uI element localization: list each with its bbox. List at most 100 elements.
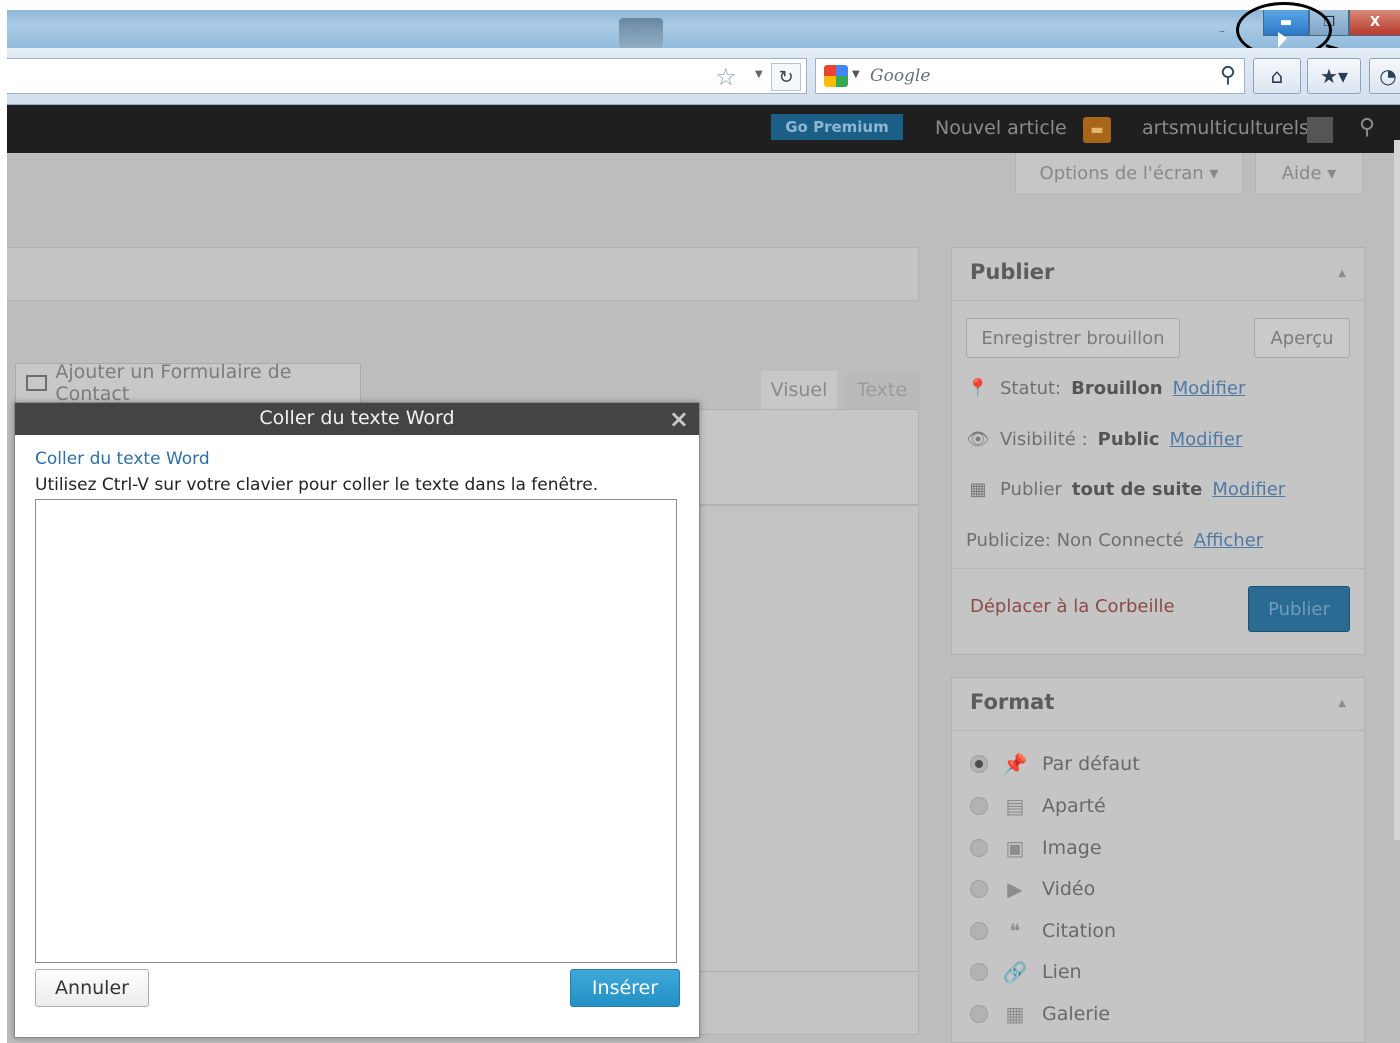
publish-button[interactable]: Publier: [1248, 586, 1350, 632]
format-option[interactable]: 📌 Par défaut: [970, 752, 1140, 776]
schedule-edit-link[interactable]: Modifier: [1212, 479, 1285, 500]
mouse-cursor-icon: [1278, 32, 1287, 48]
status-edit-link[interactable]: Modifier: [1173, 378, 1246, 399]
eye-icon: 👁: [966, 429, 990, 450]
star-icon[interactable]: ☆: [715, 63, 737, 91]
publicize-row: Publicize: Non Connecté Afficher: [966, 530, 1263, 551]
collapse-arrow-icon[interactable]: ▲: [1338, 698, 1346, 709]
window-separator: –: [1219, 24, 1225, 38]
publish-panel: Publier ▲ Enregistrer brouillon Aperçu 📍…: [951, 247, 1365, 655]
search-input[interactable]: Google: [870, 66, 930, 86]
form-icon: [26, 375, 48, 391]
radio-button[interactable]: [970, 880, 988, 898]
move-to-trash-link[interactable]: Déplacer à la Corbeille: [970, 596, 1175, 617]
history-dropdown-icon[interactable]: ▼: [755, 69, 763, 80]
format-option[interactable]: ▶ Vidéo: [970, 877, 1095, 901]
editor-content-area[interactable]: [699, 505, 919, 1035]
bookmarks-icon[interactable]: ★▾: [1307, 58, 1361, 94]
visibility-row: 👁 Visibilité : Public Modifier: [966, 429, 1243, 450]
aside-icon: ▤: [1005, 794, 1025, 818]
publish-panel-title: Publier: [970, 260, 1055, 284]
dialog-instructions: Utilisez Ctrl-V sur votre clavier pour c…: [35, 475, 599, 495]
help-tab[interactable]: Aide ▾: [1255, 153, 1363, 195]
format-option-label: Aparté: [1042, 795, 1106, 817]
wp-admin-bar: Go Premium Nouvel article ▬ artsmulticul…: [7, 105, 1400, 153]
screen-options-label: Options de l'écran: [1039, 163, 1204, 184]
radio-button[interactable]: [970, 963, 988, 981]
tab-text[interactable]: Texte: [845, 371, 919, 409]
gallery-icon: ▦: [1005, 1002, 1025, 1026]
home-icon[interactable]: ⌂: [1253, 58, 1301, 94]
cancel-button[interactable]: Annuler: [35, 969, 149, 1007]
radio-button[interactable]: [970, 922, 988, 940]
reload-icon[interactable]: ↻: [771, 63, 801, 91]
avatar[interactable]: [1307, 117, 1333, 143]
video-icon: ▶: [1007, 877, 1023, 901]
image-icon: ▣: [1005, 836, 1025, 860]
editor-status-divider: [699, 971, 919, 972]
status-value: Brouillon: [1071, 378, 1163, 399]
search-bar[interactable]: ▼ Google ⚲: [815, 58, 1245, 94]
search-engine-dropdown-icon[interactable]: ▼: [852, 69, 860, 80]
panel-divider: [952, 730, 1364, 731]
collapse-arrow-icon[interactable]: ▲: [1338, 268, 1346, 279]
format-panel-title: Format: [970, 690, 1055, 714]
address-bar[interactable]: ☆ ▼ ↻: [7, 58, 807, 94]
format-option-label: Vidéo: [1042, 878, 1096, 900]
format-option-label: Par défaut: [1042, 753, 1140, 775]
format-option-label: Citation: [1042, 920, 1117, 942]
post-title-field[interactable]: [7, 247, 919, 301]
format-option-label: Galerie: [1042, 1003, 1111, 1025]
preview-button[interactable]: Aperçu: [1254, 318, 1350, 358]
pin-icon: 📌: [1002, 752, 1028, 776]
window-titlebar: – ▬ ❐ X: [7, 10, 1400, 48]
close-icon[interactable]: ×: [669, 405, 689, 433]
add-contact-form-button[interactable]: Ajouter un Formulaire de Contact: [15, 361, 361, 405]
magnifier-icon[interactable]: ⚲: [1220, 63, 1236, 88]
schedule-row: ▦ Publier tout de suite Modifier: [966, 479, 1285, 500]
visibility-value: Public: [1097, 429, 1160, 450]
add-contact-form-label: Ajouter un Formulaire de Contact: [55, 361, 292, 405]
browser-toolbar: ☆ ▼ ↻ ▼ Google ⚲ ⌂ ★▾ ◔: [7, 48, 1400, 105]
status-label: Statut:: [1000, 378, 1062, 399]
radio-button[interactable]: [970, 797, 988, 815]
close-icon[interactable]: X: [1349, 10, 1400, 36]
schedule-value: tout de suite: [1071, 479, 1203, 500]
format-option[interactable]: ▤ Aparté: [970, 794, 1106, 818]
link-icon: 🔗: [1002, 960, 1028, 984]
panel-divider: [952, 568, 1364, 569]
format-option[interactable]: 🔗 Lien: [970, 960, 1082, 984]
tab-visual[interactable]: Visuel: [761, 371, 837, 409]
go-premium-button[interactable]: Go Premium: [771, 114, 903, 140]
save-draft-button[interactable]: Enregistrer brouillon: [966, 318, 1180, 358]
format-option[interactable]: ▣ Image: [970, 836, 1102, 860]
format-option[interactable]: ❝ Citation: [970, 919, 1116, 943]
status-row: 📍 Statut: Brouillon Modifier: [966, 378, 1246, 399]
dialog-title: Coller du texte Word: [259, 407, 455, 429]
radio-button[interactable]: [970, 839, 988, 857]
format-option-label: Lien: [1042, 961, 1082, 983]
search-icon[interactable]: ⚲: [1359, 115, 1375, 140]
schedule-label: Publier: [1000, 479, 1062, 500]
visibility-edit-link[interactable]: Modifier: [1170, 429, 1243, 450]
window-title-icon: [619, 18, 663, 48]
scrollbar[interactable]: [1394, 140, 1400, 840]
panel-divider: [952, 300, 1364, 301]
addon-icon[interactable]: ◔: [1369, 58, 1400, 94]
calendar-icon: ▦: [969, 479, 987, 500]
visibility-label: Visibilité :: [1000, 429, 1088, 450]
new-article-link[interactable]: Nouvel article: [935, 117, 1067, 139]
screen-options-tab[interactable]: Options de l'écran ▾: [1015, 153, 1243, 195]
format-option-label: Image: [1042, 837, 1102, 859]
paste-word-dialog: Coller du texte Word × Coller du texte W…: [14, 402, 700, 1038]
radio-button[interactable]: [970, 1005, 988, 1023]
pin-icon: 📍: [966, 378, 990, 399]
insert-button[interactable]: Insérer: [570, 969, 680, 1007]
format-option[interactable]: ▦ Galerie: [970, 1002, 1110, 1026]
publicize-show-link[interactable]: Afficher: [1194, 530, 1264, 551]
username-link[interactable]: artsmulticulturels: [1142, 117, 1309, 139]
google-icon[interactable]: [824, 65, 848, 87]
notification-icon[interactable]: ▬: [1083, 117, 1111, 143]
radio-button[interactable]: [970, 755, 988, 773]
paste-textarea[interactable]: [35, 499, 677, 963]
